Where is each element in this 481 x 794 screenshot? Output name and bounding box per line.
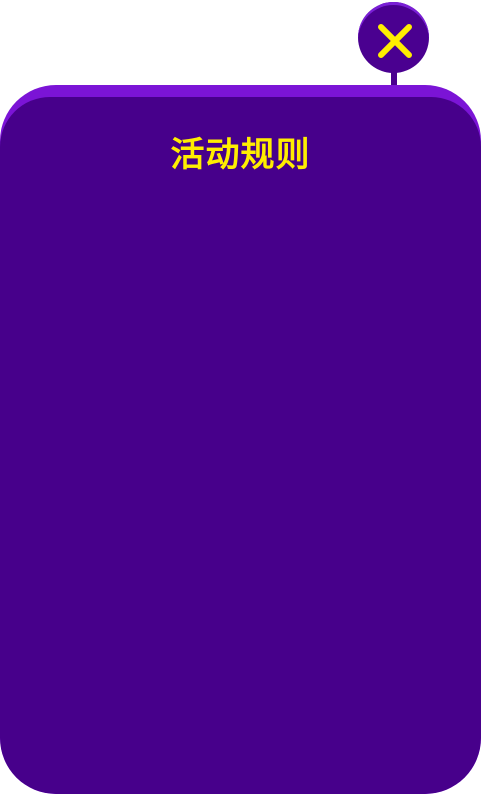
close-icon: [378, 24, 412, 58]
rules-content: [30, 207, 451, 767]
rules-modal: 活动规则: [0, 85, 481, 794]
close-button[interactable]: [358, 2, 429, 73]
rules-modal-body: 活动规则: [0, 97, 481, 794]
rules-modal-stage: 活动规则: [0, 0, 481, 794]
modal-title: 活动规则: [170, 135, 311, 175]
